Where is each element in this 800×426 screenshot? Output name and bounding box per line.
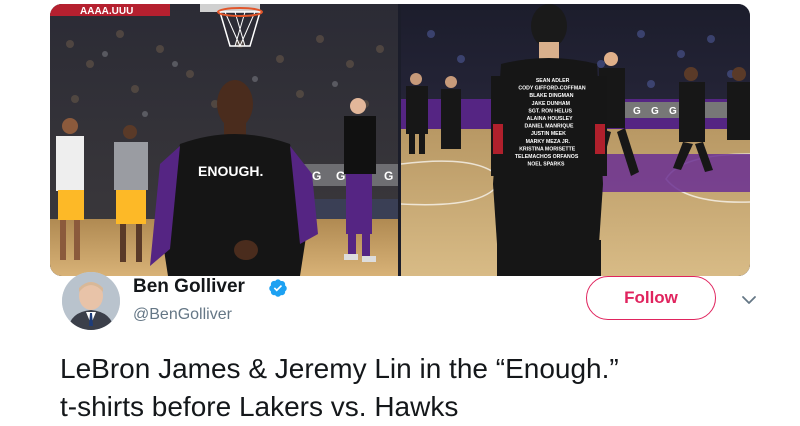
jersey-name: ALAINA HOUSLEY [527,116,573,122]
jersey-name: KRISTINA MORISETTE [519,146,576,152]
court-letter-1: G [312,169,321,183]
author-name[interactable]: Ben Golliver [133,276,245,298]
jersey-name: BLAKE DINGMAN [529,93,573,99]
photo-lebron-scene: AAAA.UUU G G G ENOUGH. [50,4,398,276]
tweet-media[interactable]: AAAA.UUU G G G ENOUGH. G G G SEAN ADLER … [50,4,750,276]
photo-lebron-warmup[interactable]: AAAA.UUU G G G ENOUGH. [50,4,398,276]
enough-shirt-text: ENOUGH. [198,163,263,179]
chevron-down-icon[interactable] [739,290,759,310]
tweet-text-line-2: t-shirts before Lakers vs. Hawks [60,391,459,422]
photo-jeremy-lin-scene: GGG SEAN ADLERCODY GIFFORD-COFFMANBLAKE … [401,4,750,276]
svg-text:G: G [669,106,677,117]
verified-badge-icon [269,279,287,297]
jersey-name: NOEL SPARKS [528,162,566,168]
jersey-name: MARKY MEZA JR. [526,139,571,145]
author-handle[interactable]: @BenGolliver [133,306,232,324]
avatar[interactable] [62,272,120,330]
photo-jeremy-lin-back[interactable]: GGG SEAN ADLER CODY GIFFORD-COFFMAN BLAK… [401,4,750,276]
jersey-name: CODY GIFFORD-COFFMAN [518,86,586,92]
jersey-name: DANIEL MANRIQUE [525,124,574,130]
avatar-image [62,272,120,330]
scoreboard-text: AAAA.UUU [80,6,133,17]
court-letter-3: G [384,169,393,183]
jersey-name: JAKE DUNHAM [532,101,570,107]
tweet-text-line-1: LeBron James & Jeremy Lin in the “Enough… [60,353,619,384]
follow-button[interactable]: Follow [586,276,716,320]
jersey-name: SGT. RON HELUS [528,108,572,114]
jersey-name: TELEMACHOS ORFANOS [515,154,579,160]
jersey-name: SEAN ADLER [536,78,570,84]
jersey-name: JUSTIN MEEK [531,131,566,137]
tweet-text: LeBron James & Jeremy Lin in the “Enough… [60,350,780,426]
svg-text:G: G [651,106,659,117]
court-letter-2: G [336,169,345,183]
svg-text:G: G [633,106,641,117]
